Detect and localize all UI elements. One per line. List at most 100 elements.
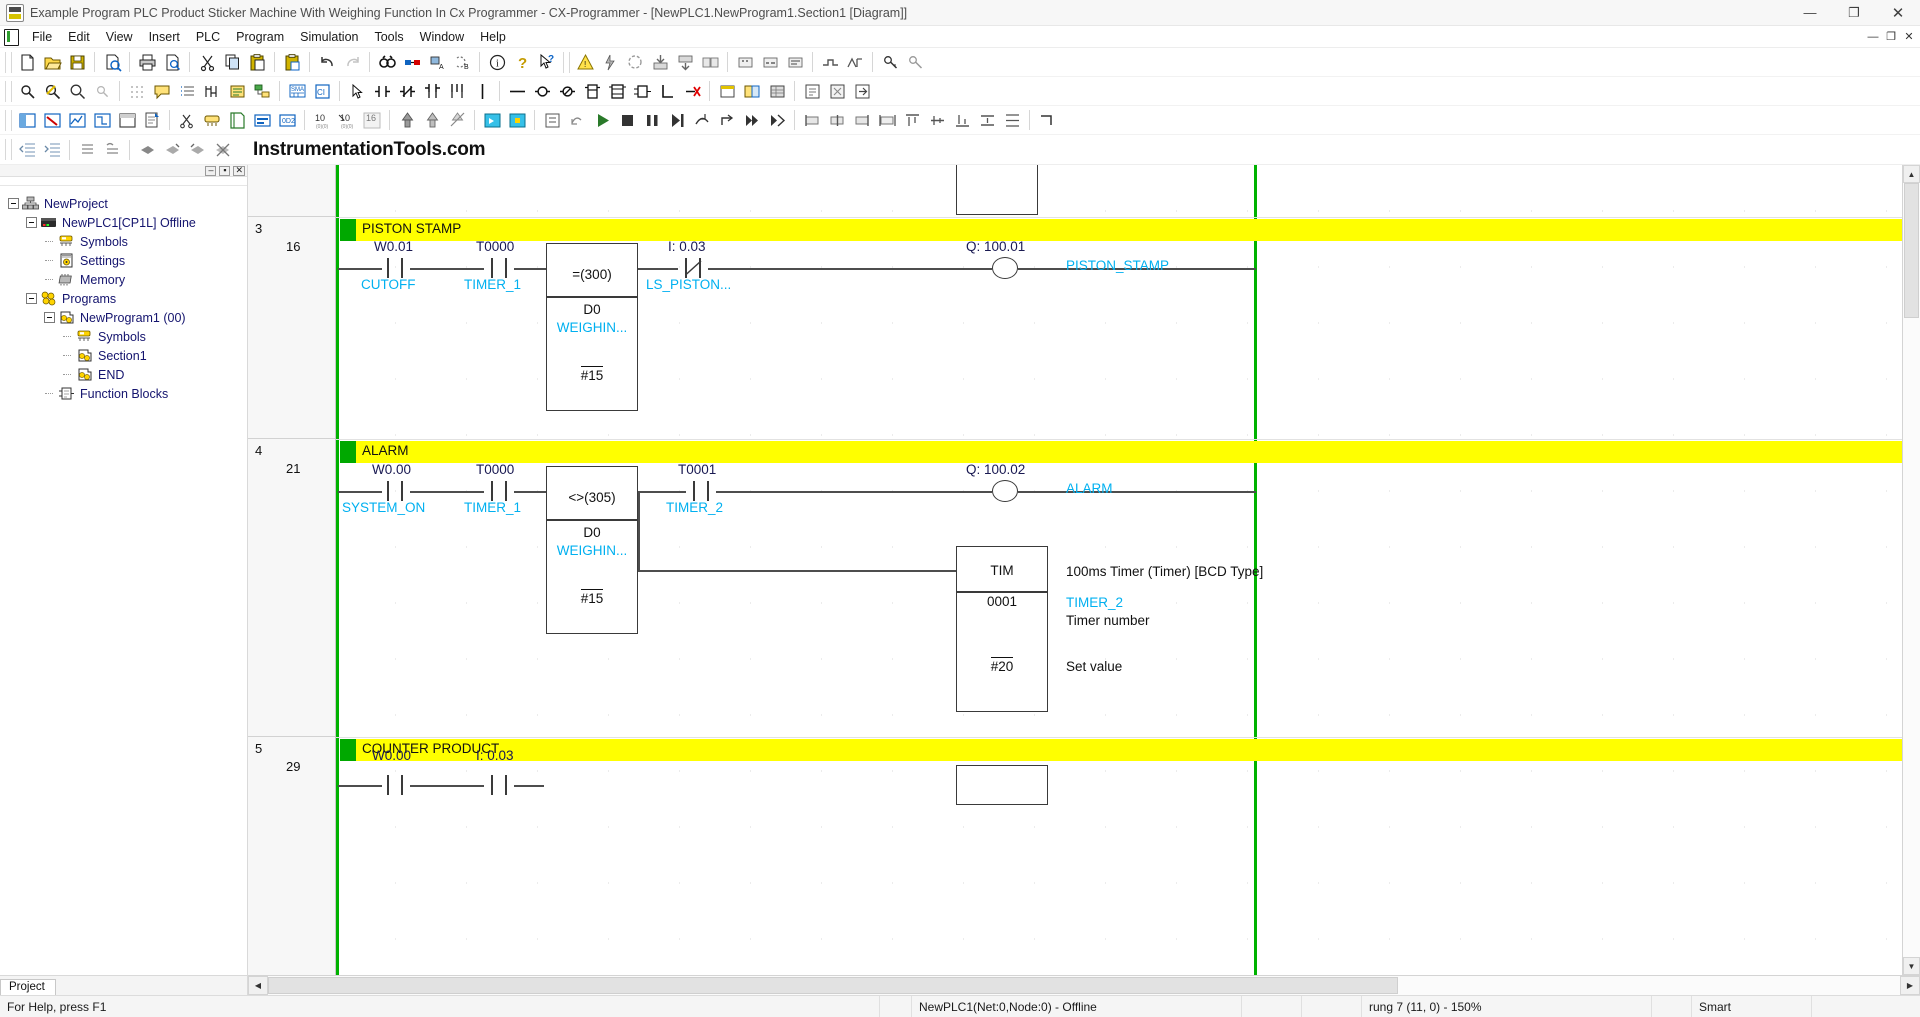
- contact-no-w000[interactable]: [380, 481, 410, 501]
- increase-indent-icon[interactable]: [40, 137, 65, 162]
- minimize-button[interactable]: —: [1788, 0, 1832, 26]
- section-icon[interactable]: [225, 108, 250, 133]
- tab-project[interactable]: Project: [0, 979, 56, 995]
- mdi-restore-button[interactable]: ❐: [1882, 28, 1900, 46]
- decrease-indent-icon[interactable]: [15, 137, 40, 162]
- new-closed-contact-or-icon[interactable]: [445, 79, 470, 104]
- sidebar-item-newplc1[interactable]: NewPLC1[CP1L] Offline: [6, 213, 247, 232]
- show-comments-icon[interactable]: [150, 79, 175, 104]
- align-center-icon[interactable]: [825, 108, 850, 133]
- menu-item-simulation[interactable]: Simulation: [292, 28, 366, 46]
- cut-icon[interactable]: [195, 50, 220, 75]
- expander-icon[interactable]: [26, 217, 37, 228]
- rung-comment-bar[interactable]: ALARM: [340, 441, 1902, 463]
- smart-input-mode-icon[interactable]: SMA: [285, 79, 310, 104]
- sidebar-item-end[interactable]: END: [6, 365, 247, 384]
- vertical-scroll-track[interactable]: [1903, 183, 1920, 957]
- toolbar-grip[interactable]: [5, 139, 12, 160]
- sidebar-item-function-blocks[interactable]: Function Blocks: [6, 384, 247, 403]
- new-closed-contact-icon[interactable]: [395, 79, 420, 104]
- step-in-icon[interactable]: [665, 108, 690, 133]
- toolbar-grip[interactable]: [5, 80, 12, 102]
- mnemonic-view-icon[interactable]: [250, 108, 275, 133]
- vertical-line-icon[interactable]: [470, 79, 495, 104]
- properties-icon[interactable]: [140, 108, 165, 133]
- goto-a-icon[interactable]: A: [425, 50, 450, 75]
- toolbar-grip[interactable]: [5, 109, 12, 131]
- pause-simulation-icon[interactable]: [640, 108, 665, 133]
- auto-online-icon[interactable]: [623, 50, 648, 75]
- align-bottom-icon[interactable]: [950, 108, 975, 133]
- new-contact-or-icon[interactable]: [420, 79, 445, 104]
- close-button[interactable]: ✕: [1876, 0, 1920, 26]
- info-icon[interactable]: i: [485, 50, 510, 75]
- cross-reference-popup-icon[interactable]: [800, 79, 825, 104]
- signed-decimal-monitor-icon[interactable]: 10 (0)(0): [335, 108, 360, 133]
- new-closed-coil-icon[interactable]: [555, 79, 580, 104]
- align-middle-icon[interactable]: [925, 108, 950, 133]
- play-simulation-icon[interactable]: [590, 108, 615, 133]
- help-question-icon[interactable]: ?: [510, 50, 535, 75]
- expander-icon[interactable]: [44, 312, 55, 323]
- zoom-in-icon[interactable]: [90, 79, 115, 104]
- contact-no-i003[interactable]: [484, 775, 514, 795]
- force-off-icon[interactable]: [420, 108, 445, 133]
- sidebar-item-program-symbols[interactable]: Symbols: [6, 327, 247, 346]
- new-contact-icon[interactable]: [370, 79, 395, 104]
- expander-icon[interactable]: [26, 293, 37, 304]
- ladder-canvas[interactable]: PISTON STAMP W0.01 CUTOFF T0000 TIMER_1: [336, 165, 1902, 975]
- hex-monitor-icon[interactable]: 16: [360, 108, 385, 133]
- sidebar-item-memory[interactable]: Memory: [6, 270, 247, 289]
- print-preview-icon[interactable]: [160, 50, 185, 75]
- warning-icon[interactable]: !: [573, 50, 598, 75]
- decimal-monitor-icon[interactable]: 10 (0)(0): [310, 108, 335, 133]
- next-bookmark-icon[interactable]: [160, 137, 185, 162]
- menu-item-program[interactable]: Program: [228, 28, 292, 46]
- transfer-to-plc-icon[interactable]: [648, 50, 673, 75]
- delete-line-icon[interactable]: [680, 79, 705, 104]
- rung-comment-bar[interactable]: COUNTER PRODUCT: [340, 739, 1902, 761]
- force-on-icon[interactable]: [395, 108, 420, 133]
- scan-run-icon[interactable]: [765, 108, 790, 133]
- menu-item-insert[interactable]: Insert: [141, 28, 188, 46]
- continuous-step-icon[interactable]: [740, 108, 765, 133]
- contact-nc-i003[interactable]: [678, 258, 708, 278]
- sidebar-item-section1[interactable]: Section1: [6, 346, 247, 365]
- vertical-scrollbar[interactable]: ▲ ▼: [1902, 165, 1920, 975]
- copy-icon[interactable]: [220, 50, 245, 75]
- cross-reference-window-icon[interactable]: [90, 108, 115, 133]
- compare-plc-icon[interactable]: [698, 50, 723, 75]
- menu-item-view[interactable]: View: [98, 28, 141, 46]
- sidebar-item-newprogram1[interactable]: NewProgram1 (00): [6, 308, 247, 327]
- menu-item-help[interactable]: Help: [472, 28, 514, 46]
- goto-b-icon[interactable]: B: [450, 50, 475, 75]
- contact-no-t0001[interactable]: [686, 481, 716, 501]
- sidebar-item-settings[interactable]: Settings: [6, 251, 247, 270]
- show-grid-icon[interactable]: [125, 79, 150, 104]
- contact-no-t0000[interactable]: [484, 481, 514, 501]
- rung-comment-bar[interactable]: PISTON STAMP: [340, 219, 1902, 241]
- zoom-fit-icon[interactable]: [40, 79, 65, 104]
- partial-instruction-block[interactable]: [956, 765, 1048, 805]
- corner-line-icon[interactable]: [655, 79, 680, 104]
- toggle-plc-monitoring-icon[interactable]: [818, 50, 843, 75]
- align-right-icon[interactable]: [850, 108, 875, 133]
- timer-instruction-block[interactable]: TIM 0001 #20: [956, 546, 1048, 712]
- list-view-icon[interactable]: [75, 137, 100, 162]
- outline-view-icon[interactable]: [100, 137, 125, 162]
- output-window-icon[interactable]: [40, 108, 65, 133]
- output-coil-q10001[interactable]: [992, 257, 1018, 279]
- scroll-up-button[interactable]: ▲: [1903, 165, 1920, 183]
- new-file-icon[interactable]: [15, 50, 40, 75]
- binary-view-icon[interactable]: 0D2: [275, 108, 300, 133]
- scroll-left-button[interactable]: ◀: [248, 976, 268, 995]
- show-rung-list-icon[interactable]: [175, 79, 200, 104]
- horizontal-scroll-thumb[interactable]: [268, 977, 1398, 994]
- contact-no-w001[interactable]: [380, 258, 410, 278]
- menu-item-file[interactable]: File: [24, 28, 60, 46]
- run-mode-icon[interactable]: [733, 50, 758, 75]
- simulation-stop-icon[interactable]: [505, 108, 530, 133]
- monitor-mode-icon[interactable]: [758, 50, 783, 75]
- space-evenly-icon[interactable]: [975, 108, 1000, 133]
- bookmark-icon[interactable]: [135, 137, 160, 162]
